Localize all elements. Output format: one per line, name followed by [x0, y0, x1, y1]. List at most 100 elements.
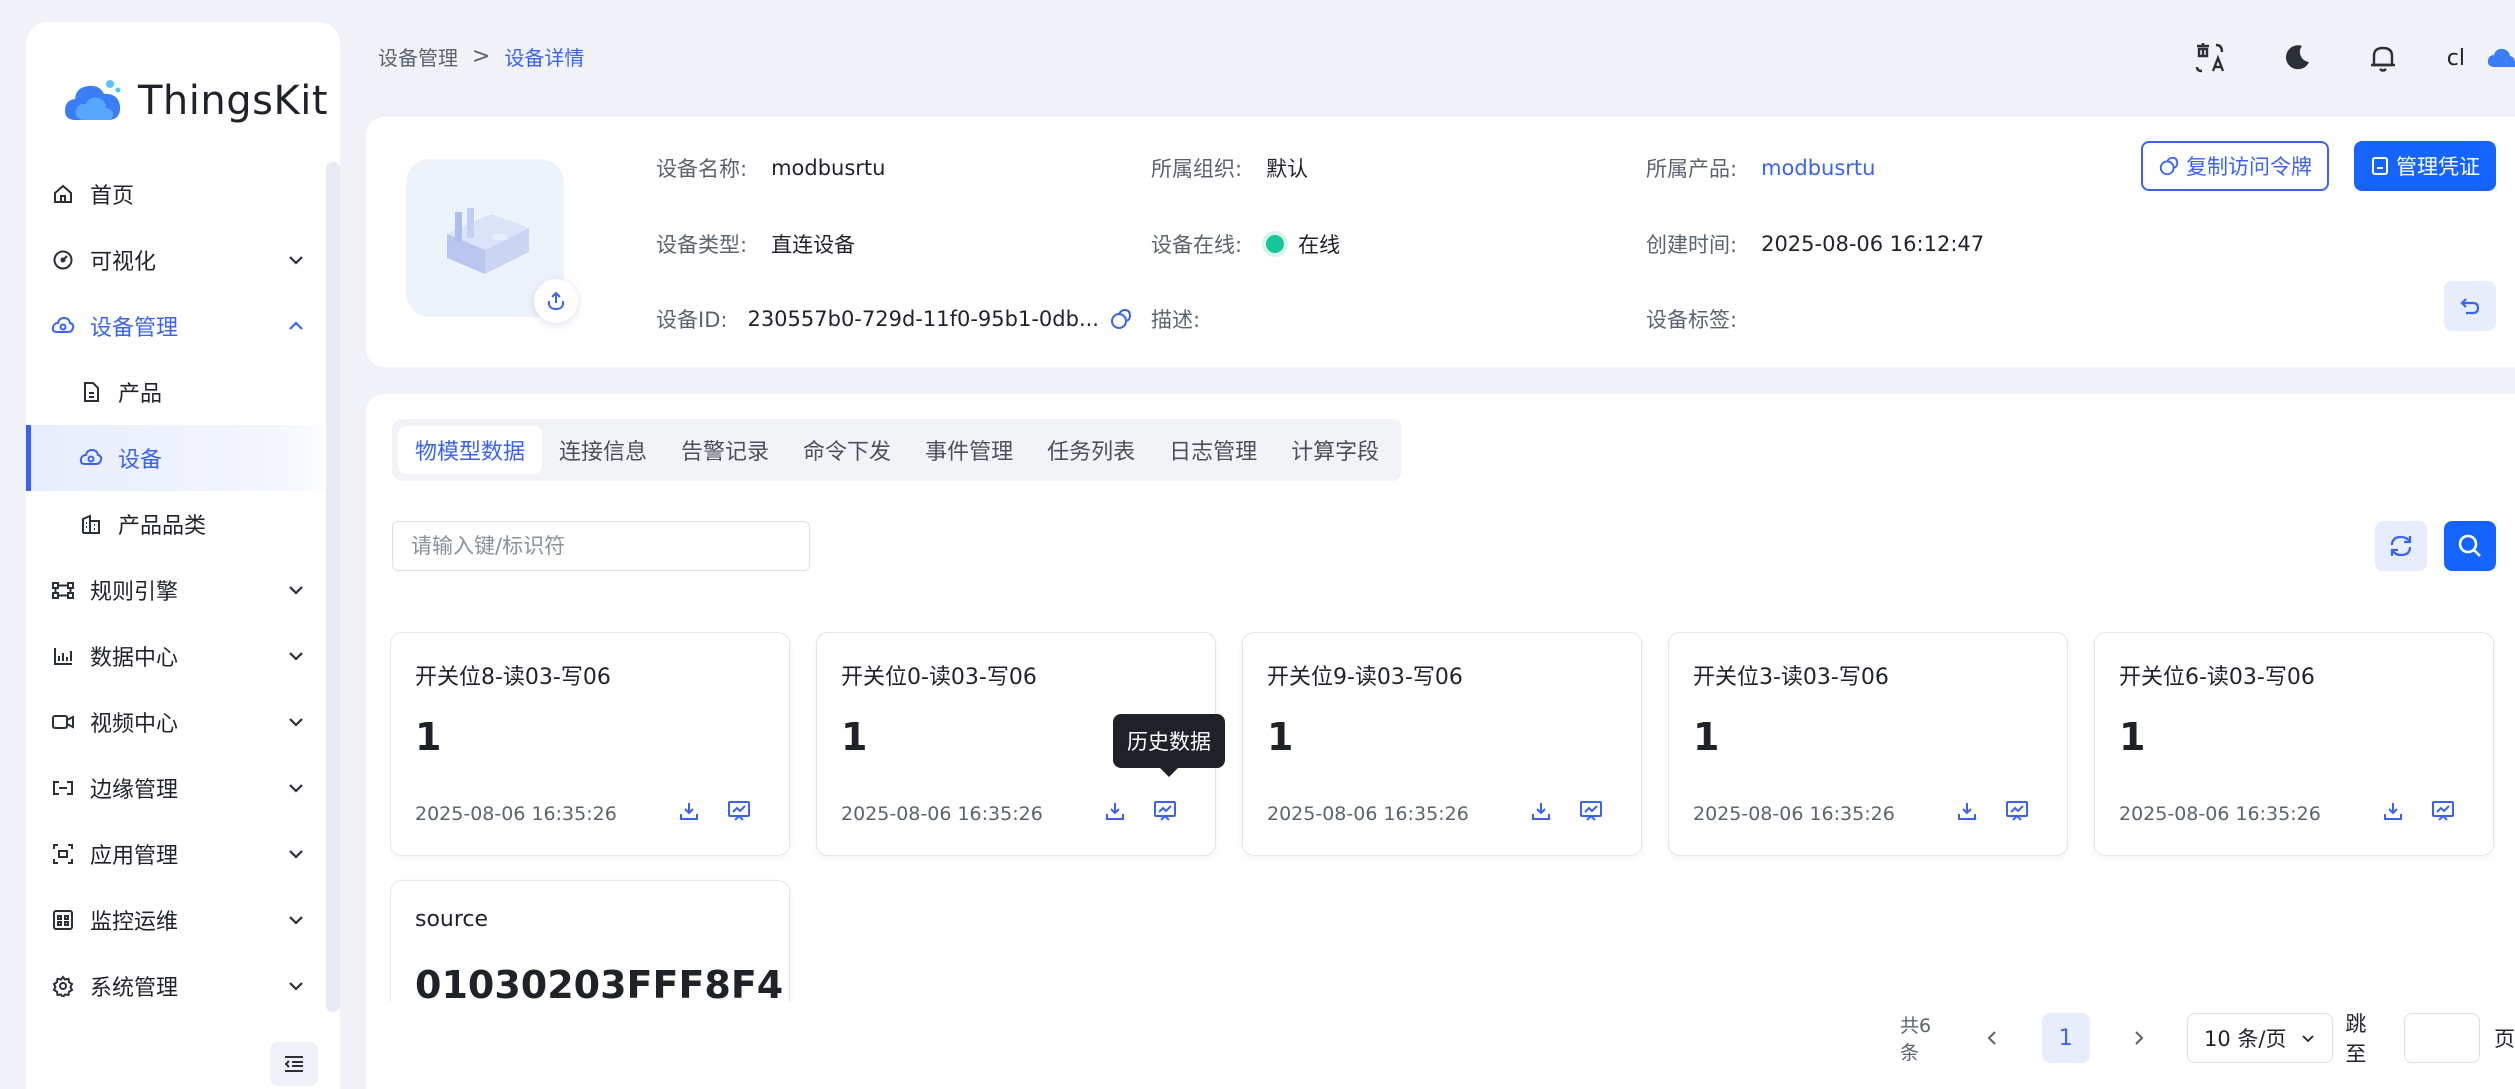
sidebar-item-system-management[interactable]: 系统管理	[26, 953, 340, 1019]
page-number-button[interactable]: 1	[2041, 1013, 2090, 1063]
chevron-down-icon	[289, 784, 303, 793]
next-page-button[interactable]	[2124, 1023, 2153, 1053]
page-suffix-label: 页	[2493, 1027, 2515, 1051]
attribute-name: source	[415, 907, 489, 932]
tab-command-dispatch[interactable]: 命令下发	[786, 426, 908, 474]
topbar-actions: cl	[2189, 30, 2515, 86]
sidebar-item-data-center[interactable]: 数据中心	[26, 623, 340, 689]
history-data-button[interactable]	[2427, 795, 2459, 827]
history-data-button[interactable]	[1575, 795, 1607, 827]
sidebar-item-label: 产品品类	[118, 514, 207, 539]
sidebar-item-label: 设备管理	[90, 316, 179, 341]
chevron-up-icon	[289, 321, 303, 330]
page-size-select[interactable]: 10 条/页	[2187, 1013, 2334, 1063]
gear-icon	[50, 973, 76, 999]
history-data-button[interactable]	[1149, 795, 1181, 827]
sidebar-item-app-management[interactable]: 应用管理	[26, 821, 340, 887]
copy-access-token-button[interactable]: 复制访问令牌	[2141, 141, 2329, 191]
file-icon	[78, 379, 104, 405]
history-chart-icon	[728, 801, 750, 821]
history-data-tooltip: 历史数据	[1113, 714, 1225, 777]
language-button[interactable]	[2189, 36, 2233, 80]
history-chart-icon	[1154, 801, 1176, 821]
theme-toggle-button[interactable]	[2275, 36, 2319, 80]
tab-log-management[interactable]: 日志管理	[1152, 426, 1274, 474]
attribute-timestamp: 2025-08-06 16:35:26	[1693, 803, 1895, 825]
attribute-card: 开关位9-读03-写06 1 2025-08-06 16:35:26	[1242, 632, 1642, 856]
sidebar-item-label: 产品	[118, 382, 163, 407]
sidebar-item-edge-management[interactable]: 边缘管理	[26, 755, 340, 821]
sidebar-item-label: 数据中心	[90, 646, 179, 671]
device-product-link[interactable]: modbusrtu	[1761, 156, 1875, 180]
tab-connection-info[interactable]: 连接信息	[542, 426, 664, 474]
sidebar-item-device[interactable]: 设备	[26, 425, 340, 491]
sidebar-scrollbar[interactable]	[326, 162, 340, 1012]
refresh-icon	[2390, 535, 2412, 557]
copy-id-button[interactable]	[1109, 307, 1133, 331]
chevron-down-icon	[289, 718, 303, 727]
download-icon	[680, 803, 698, 820]
attribute-value: 01030203FFF8F4	[415, 963, 784, 1002]
device-online-field: 设备在线: 在线	[1151, 219, 1340, 269]
collapse-sidebar-button[interactable]	[270, 1042, 318, 1086]
user-name[interactable]: cl	[2447, 46, 2465, 71]
sidebar-item-product[interactable]: 产品	[26, 359, 340, 425]
brand: ThingsKit	[62, 66, 328, 136]
chevron-down-icon	[2302, 1035, 2314, 1043]
back-button[interactable]	[2444, 281, 2496, 331]
manage-credentials-button[interactable]: 管理凭证	[2354, 141, 2496, 191]
sidebar-item-product-category[interactable]: 产品品类	[26, 491, 340, 557]
avatar[interactable]	[2485, 43, 2515, 73]
app-icon	[50, 841, 76, 867]
tab-task-list[interactable]: 任务列表	[1030, 426, 1152, 474]
cloud-logo-icon	[2487, 48, 2515, 67]
sidebar-item-device-management[interactable]: 设备管理	[26, 293, 340, 359]
device-created-field: 创建时间: 2025-08-06 16:12:47	[1646, 232, 1985, 257]
history-data-button[interactable]	[723, 795, 755, 827]
copy-icon	[1110, 308, 1131, 329]
attribute-name: 开关位0-读03-写06	[841, 665, 1037, 690]
tab-alarm-records[interactable]: 告警记录	[664, 426, 786, 474]
breadcrumb-separator: >	[472, 44, 491, 69]
history-chart-icon	[1580, 801, 1602, 821]
sidebar-item-label: 边缘管理	[90, 778, 179, 803]
jump-page-input[interactable]	[2403, 1013, 2480, 1063]
attribute-value: 1	[1693, 715, 1720, 759]
sidebar-item-visualization[interactable]: 可视化	[26, 227, 340, 293]
refresh-button[interactable]	[2375, 521, 2427, 571]
online-status-dot	[1266, 235, 1285, 253]
tab-computed-fields[interactable]: 计算字段	[1274, 426, 1396, 474]
sidebar-item-video-center[interactable]: 视频中心	[26, 689, 340, 755]
undo-icon	[2460, 298, 2480, 315]
attribute-value: 1	[415, 715, 442, 759]
download-button[interactable]	[1099, 795, 1131, 827]
device-org-field: 所属组织: 默认	[1151, 143, 1308, 193]
download-button[interactable]	[673, 795, 705, 827]
copy-icon	[2159, 156, 2179, 176]
device-name-field: 设备名称: modbusrtu	[656, 156, 886, 181]
history-data-button[interactable]	[2001, 795, 2033, 827]
notifications-button[interactable]	[2361, 36, 2405, 80]
search-button[interactable]	[2444, 521, 2496, 571]
attribute-card: 开关位8-读03-写06 1 2025-08-06 16:35:26	[390, 632, 790, 856]
sidebar-item-monitoring[interactable]: 监控运维	[26, 887, 340, 953]
tab-event-management[interactable]: 事件管理	[908, 426, 1030, 474]
prev-page-button[interactable]	[1979, 1023, 2008, 1053]
download-icon	[1958, 803, 1976, 820]
search-input[interactable]	[392, 521, 810, 571]
download-button[interactable]	[2377, 795, 2409, 827]
device-id: 230557b0-729d-11f0-95b1-0db...	[747, 307, 1099, 331]
attribute-timestamp: 2025-08-06 16:35:26	[415, 803, 617, 825]
attribute-card-grid: 开关位8-读03-写06 1 2025-08-06 16:35:26 开关位0-…	[390, 632, 2496, 1002]
brand-name: ThingsKit	[138, 78, 329, 124]
device-org: 默认	[1266, 157, 1309, 181]
sidebar-menu: 首页 可视化 设备管理 产品 设备 产品品类 规则引擎 数据中心 视频中心 边缘…	[26, 161, 340, 1019]
rule-engine-icon	[50, 577, 76, 603]
sidebar-item-rule-engine[interactable]: 规则引擎	[26, 557, 340, 623]
sidebar-item-home[interactable]: 首页	[26, 161, 340, 227]
breadcrumb-parent[interactable]: 设备管理	[378, 42, 458, 71]
download-button[interactable]	[1951, 795, 1983, 827]
tab-thing-model-data[interactable]: 物模型数据	[398, 426, 543, 474]
download-button[interactable]	[1525, 795, 1557, 827]
upload-image-button[interactable]	[534, 279, 578, 323]
